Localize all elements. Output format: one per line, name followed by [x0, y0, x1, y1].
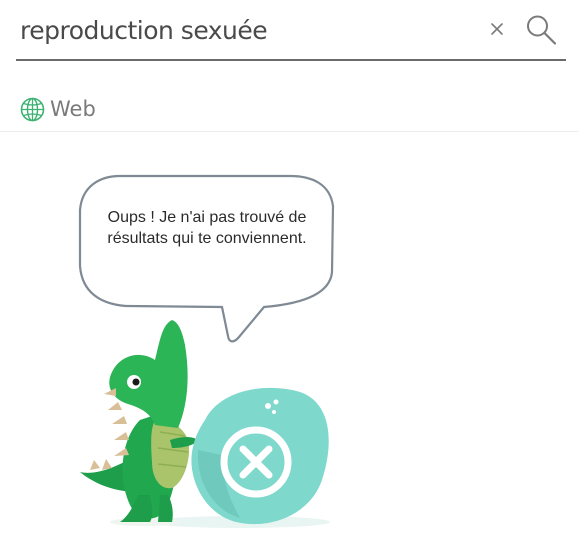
no-results-badge	[191, 387, 329, 525]
magnifier-icon	[527, 15, 557, 45]
no-results-message: Oups ! Je n'ai pas trouvé de résultats q…	[107, 209, 307, 247]
close-icon	[491, 23, 503, 35]
search-bar	[16, 0, 566, 61]
speech-bubble	[78, 174, 335, 343]
clear-search-button[interactable]	[486, 16, 510, 42]
tab-web[interactable]: Web	[20, 95, 96, 123]
search-button[interactable]	[524, 12, 558, 46]
search-input[interactable]	[20, 12, 460, 48]
search-tabs: Web	[0, 90, 578, 132]
dinosaur-mascot	[104, 320, 198, 522]
globe-icon	[20, 97, 45, 121]
tab-web-label: Web	[50, 97, 96, 121]
